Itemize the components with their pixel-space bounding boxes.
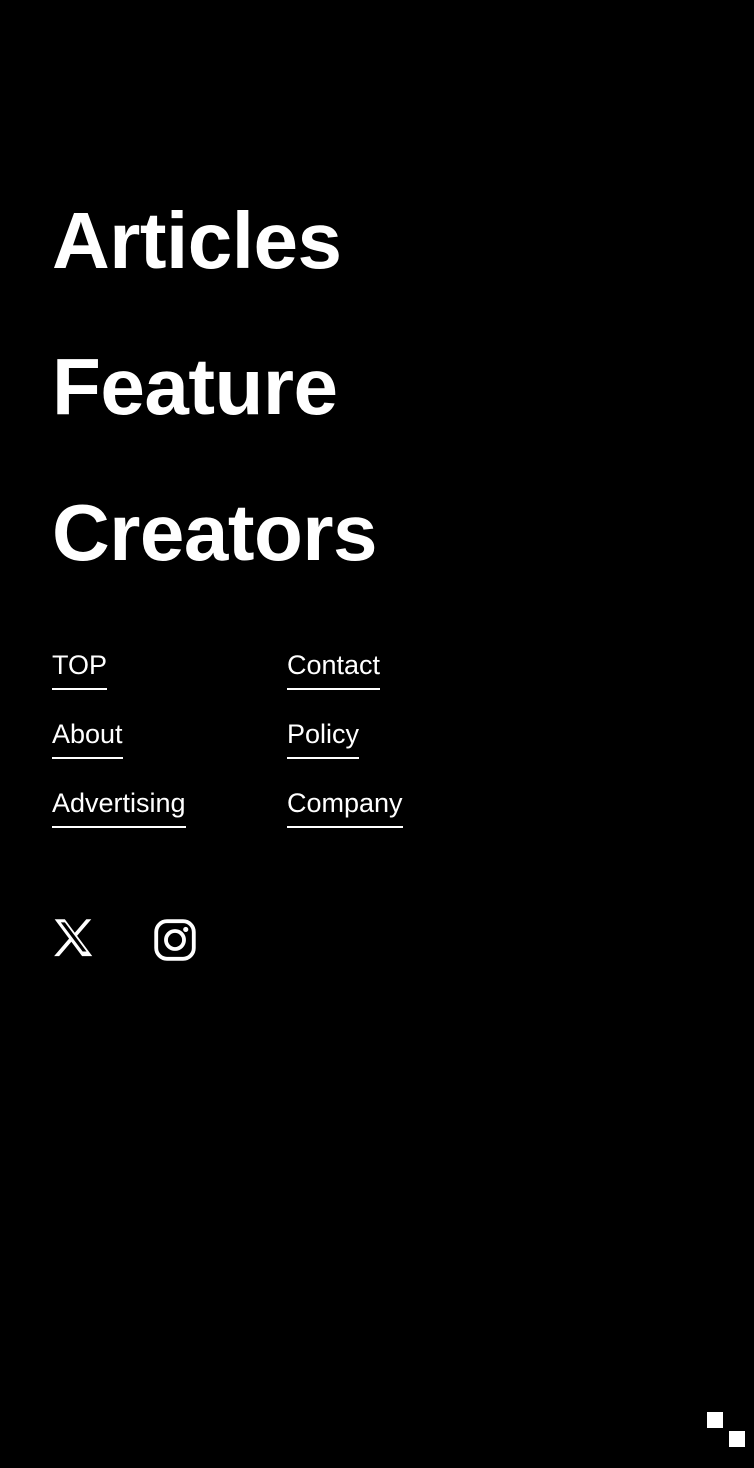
footer-link-policy[interactable]: Policy bbox=[287, 719, 360, 759]
corner-square-upper[interactable] bbox=[707, 1412, 723, 1428]
footer-link-contact[interactable]: Contact bbox=[287, 650, 381, 690]
footer-link-about[interactable]: About bbox=[52, 719, 123, 759]
footer-heading-feature[interactable]: Feature bbox=[52, 314, 377, 460]
footer-link-nav: TOP About Advertising Contact Policy Com… bbox=[52, 650, 522, 828]
footer-headings: Articles Feature Creators bbox=[52, 168, 378, 606]
footer-link-company[interactable]: Company bbox=[287, 788, 403, 828]
x-twitter-icon[interactable] bbox=[52, 917, 98, 963]
footer-heading-creators[interactable]: Creators bbox=[52, 460, 378, 606]
social-icon-list bbox=[52, 917, 198, 963]
footer-link-advertising[interactable]: Advertising bbox=[52, 788, 186, 828]
footer-link-column-right: Contact Policy Company bbox=[287, 650, 522, 828]
footer-heading-articles[interactable]: Articles bbox=[52, 168, 377, 314]
footer-page: { "theme": { "background": "#000000", "f… bbox=[0, 0, 754, 1468]
corner-square-lower[interactable] bbox=[729, 1431, 745, 1447]
instagram-icon[interactable] bbox=[152, 917, 198, 963]
footer-link-column-left: TOP About Advertising bbox=[52, 650, 287, 828]
corner-resize-marks bbox=[694, 1388, 754, 1468]
footer-link-top[interactable]: TOP bbox=[52, 650, 108, 690]
